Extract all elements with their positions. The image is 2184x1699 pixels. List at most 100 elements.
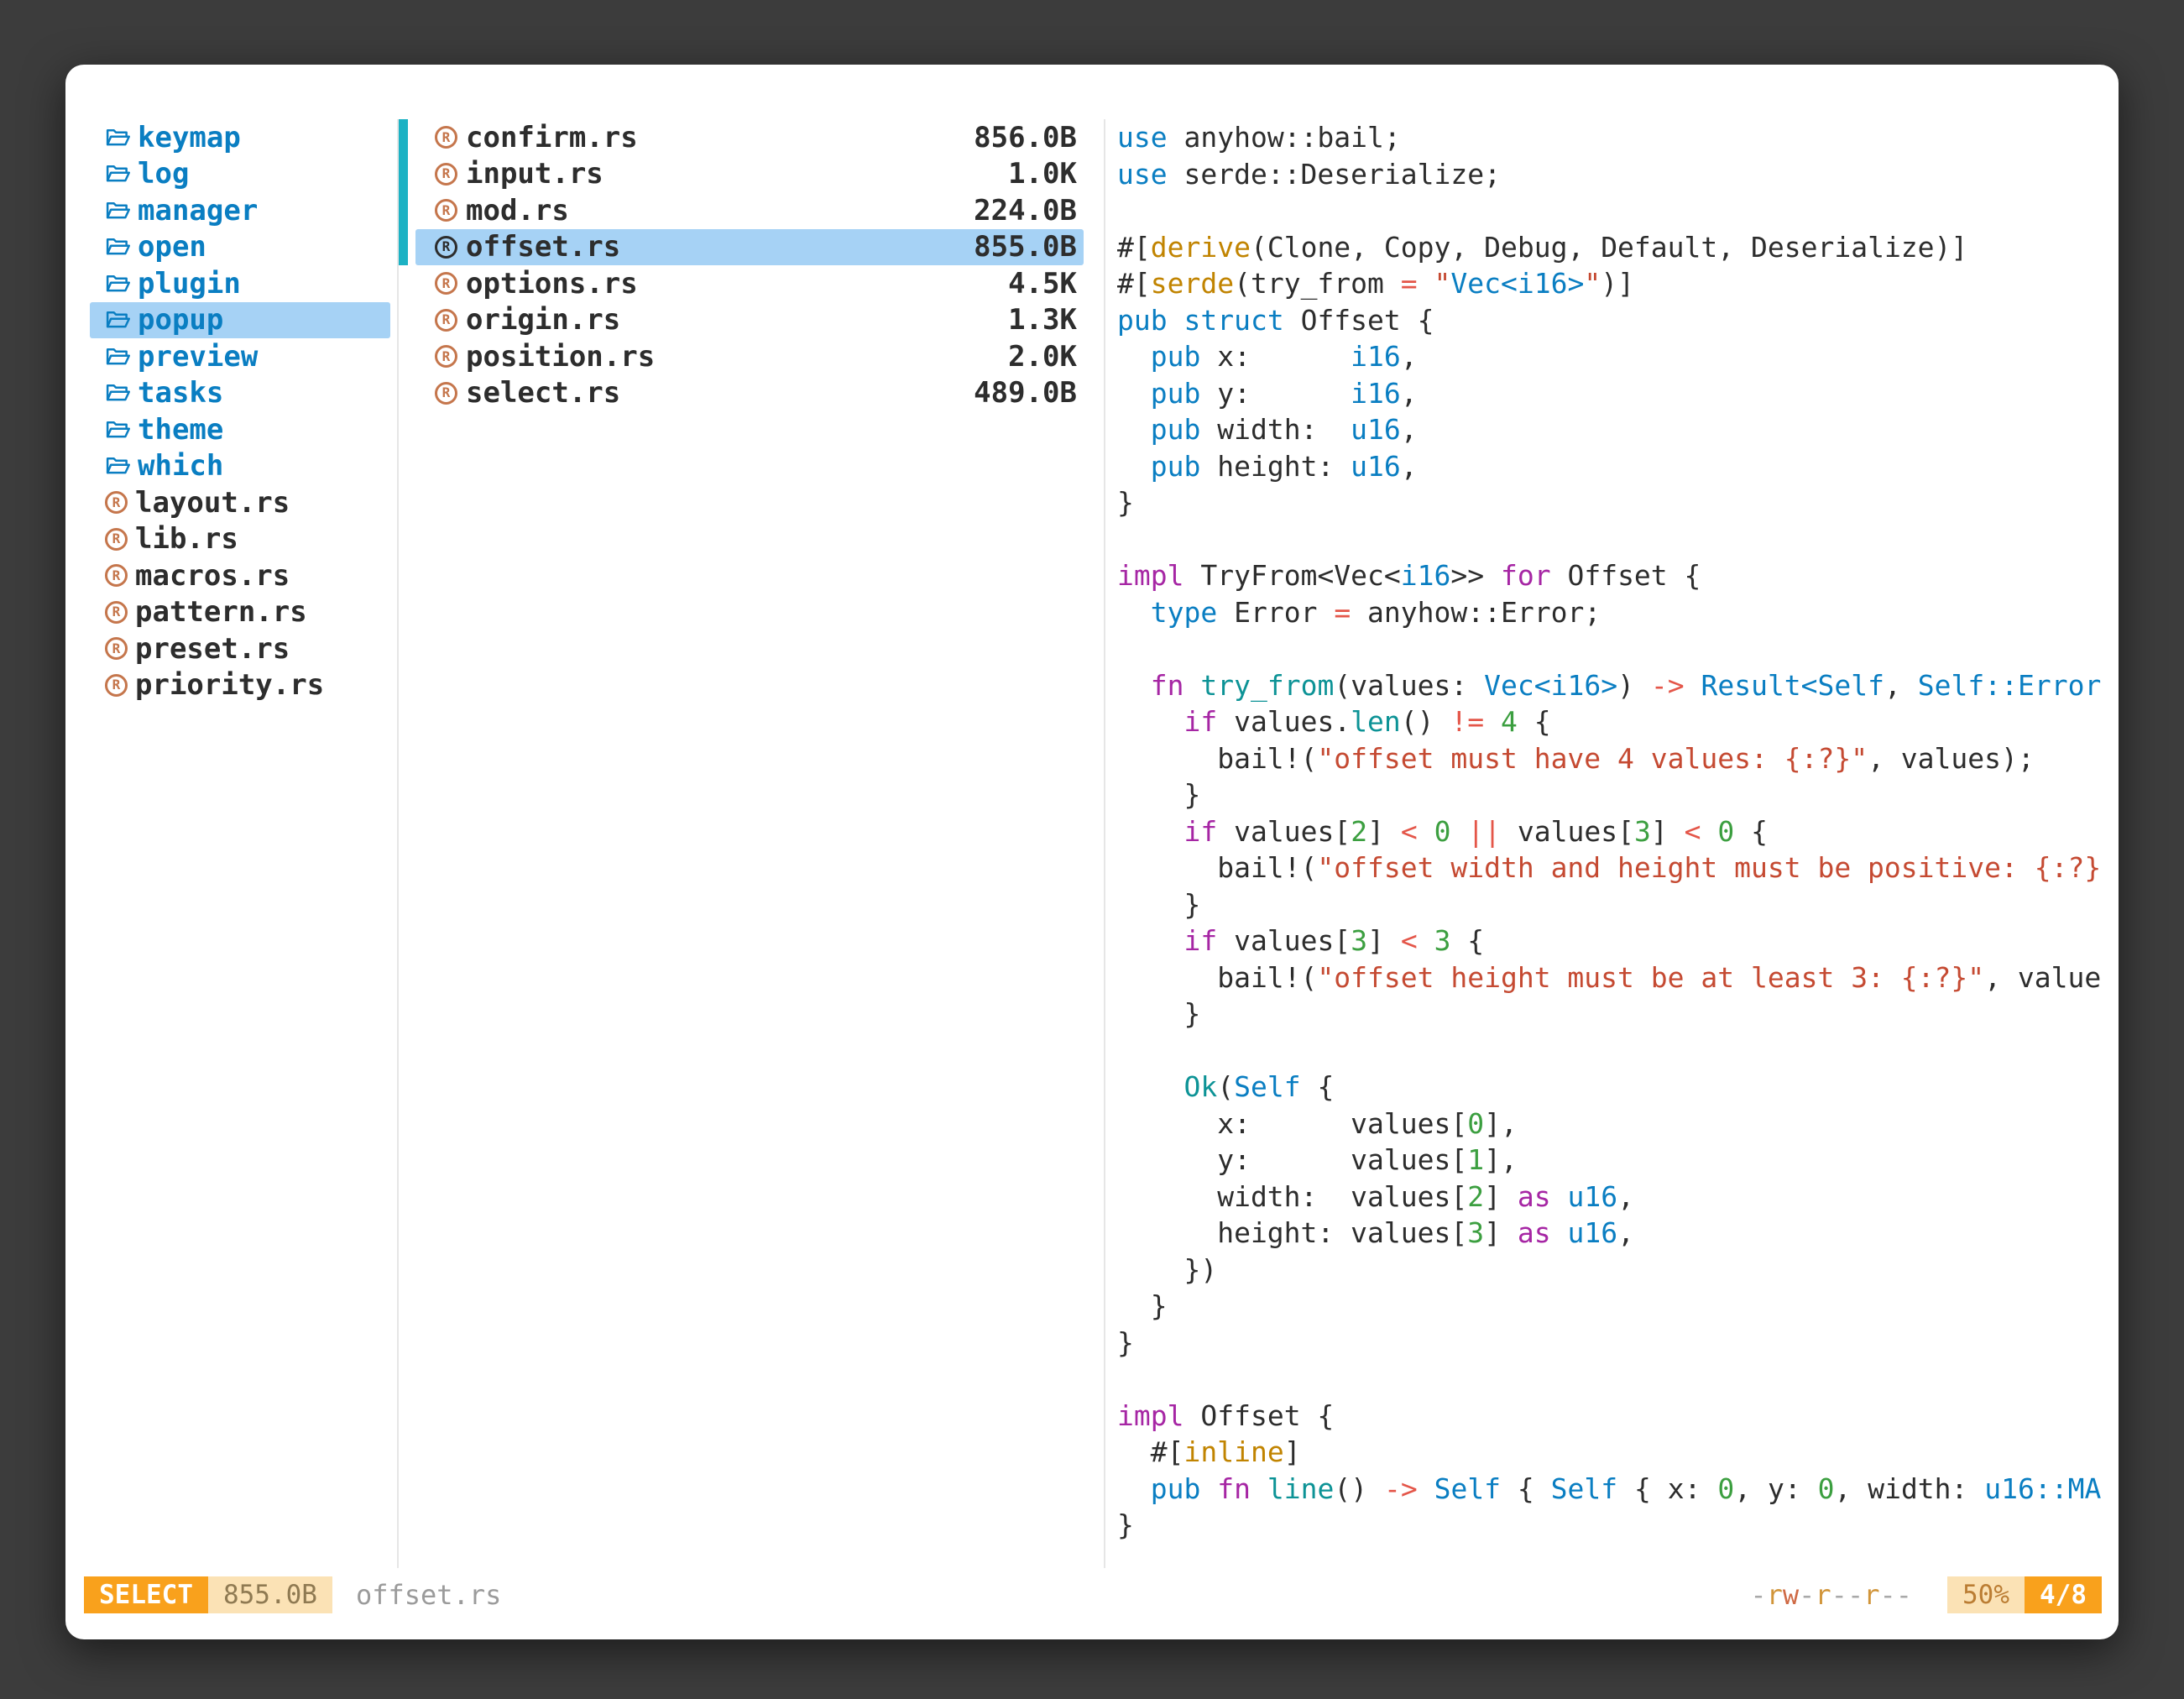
item-label: priority.rs bbox=[135, 668, 324, 702]
sidebar-item-keymap[interactable]: keymap bbox=[90, 119, 390, 156]
code-line: } bbox=[1117, 996, 2119, 1032]
file-size-badge: 855.0B bbox=[208, 1576, 332, 1613]
sidebar-item-manager[interactable]: manager bbox=[90, 192, 390, 229]
status-bar-left: SELECT 855.0B offset.rs bbox=[84, 1576, 501, 1613]
code-line: type Error = anyhow::Error; bbox=[1117, 594, 2119, 631]
file-name: mod.rs bbox=[466, 194, 965, 227]
code-line: bail!("offset width and height must be p… bbox=[1117, 850, 2119, 886]
sidebar-item-pattern-rs[interactable]: Rpattern.rs bbox=[90, 594, 390, 631]
folder-icon bbox=[105, 271, 130, 296]
code-line: } bbox=[1117, 776, 2119, 813]
rust-file-icon: R bbox=[435, 272, 457, 295]
item-label: layout.rs bbox=[135, 486, 290, 520]
sidebar-item-tasks[interactable]: tasks bbox=[90, 375, 390, 412]
folder-icon bbox=[105, 234, 130, 259]
folder-icon bbox=[105, 417, 130, 442]
code-line: impl TryFrom<Vec<i16>> for Offset { bbox=[1117, 557, 2119, 594]
rust-file-icon: R bbox=[435, 199, 457, 222]
sidebar-item-plugin[interactable]: plugin bbox=[90, 265, 390, 302]
sidebar-item-theme[interactable]: theme bbox=[90, 411, 390, 448]
item-label: popup bbox=[138, 303, 223, 337]
sidebar-item-popup[interactable]: popup bbox=[90, 302, 390, 339]
file-size: 2.0K bbox=[1008, 340, 1077, 374]
code-line: } bbox=[1117, 1325, 2119, 1362]
file-size: 224.0B bbox=[974, 194, 1077, 227]
sidebar-item-macros-rs[interactable]: Rmacros.rs bbox=[90, 557, 390, 594]
code-line bbox=[1117, 192, 2119, 229]
file-name: options.rs bbox=[466, 267, 1000, 301]
hovered-file-name: offset.rs bbox=[356, 1579, 501, 1611]
code-line: } bbox=[1117, 1507, 2119, 1544]
code-line: pub struct Offset { bbox=[1117, 302, 2119, 339]
code-line: y: values[1], bbox=[1117, 1142, 2119, 1179]
code-line: if values.len() != 4 { bbox=[1117, 703, 2119, 740]
item-label: theme bbox=[138, 413, 223, 447]
code-line bbox=[1117, 1032, 2119, 1069]
file-size: 489.0B bbox=[974, 376, 1077, 410]
code-line: bail!("offset must have 4 values: {:?}",… bbox=[1117, 740, 2119, 777]
code-line: }) bbox=[1117, 1252, 2119, 1289]
sidebar-item-layout-rs[interactable]: Rlayout.rs bbox=[90, 484, 390, 521]
status-bar: SELECT 855.0B offset.rs -rw-r--r-- 50% 4… bbox=[84, 1576, 2102, 1614]
item-label: open bbox=[138, 230, 206, 264]
code-line: if values[3] < 3 { bbox=[1117, 923, 2119, 959]
sidebar-item-log[interactable]: log bbox=[90, 156, 390, 193]
rust-file-icon: R bbox=[435, 309, 457, 332]
code-line: pub y: i16, bbox=[1117, 375, 2119, 412]
code-line: Ok(Self { bbox=[1117, 1069, 2119, 1106]
code-line: pub x: i16, bbox=[1117, 338, 2119, 375]
rust-file-icon: R bbox=[105, 491, 128, 514]
code-line: #[inline] bbox=[1117, 1434, 2119, 1471]
code-line: #[derive(Clone, Copy, Debug, Default, De… bbox=[1117, 229, 2119, 266]
code-line: if values[2] < 0 || values[3] < 0 { bbox=[1117, 813, 2119, 850]
code-line: height: values[3] as u16, bbox=[1117, 1215, 2119, 1252]
file-size: 4.5K bbox=[1008, 267, 1077, 301]
current-directory-pane: Rconfirm.rs856.0BRinput.rs1.0K Rmod.rs 224… bbox=[399, 119, 1104, 411]
file-name: origin.rs bbox=[466, 303, 1000, 337]
rust-file-icon: R bbox=[435, 236, 457, 259]
rust-file-icon: R bbox=[105, 528, 128, 551]
item-label: keymap bbox=[138, 121, 241, 154]
folder-icon bbox=[105, 161, 130, 186]
code-line: pub fn line() -> Self { Self { x: 0, y: … bbox=[1117, 1471, 2119, 1508]
code-line: } bbox=[1117, 484, 2119, 521]
folder-icon bbox=[105, 453, 130, 478]
item-label: preset.rs bbox=[135, 632, 290, 666]
folder-icon bbox=[105, 344, 130, 369]
item-label: manager bbox=[138, 194, 258, 227]
item-label: log bbox=[138, 157, 189, 191]
parent-directory-pane: keymaplogmanageropenpluginpopuppreviewta… bbox=[65, 119, 397, 703]
sidebar-item-open[interactable]: open bbox=[90, 229, 390, 266]
rust-file-icon: R bbox=[435, 345, 457, 368]
file-name: position.rs bbox=[466, 340, 1000, 374]
item-label: plugin bbox=[138, 267, 241, 301]
sidebar-item-lib-rs[interactable]: Rlib.rs bbox=[90, 521, 390, 558]
file-item-position-rs[interactable]: Rposition.rs2.0K bbox=[415, 338, 1084, 375]
folder-icon bbox=[105, 198, 130, 223]
status-bar-right: -rw-r--r-- 50% 4/8 bbox=[1750, 1576, 2102, 1613]
code-line: fn try_from(values: Vec<i16>) -> Result<… bbox=[1117, 667, 2119, 704]
file-name: select.rs bbox=[466, 376, 965, 410]
file-item-input-rs[interactable]: Rinput.rs1.0K bbox=[415, 156, 1084, 193]
file-item-confirm-rs[interactable]: Rconfirm.rs856.0B bbox=[415, 119, 1084, 156]
code-line bbox=[1117, 630, 2119, 667]
file-item-mod-rs[interactable]: Rmod.rs 224.0B bbox=[415, 192, 1084, 229]
file-item-select-rs[interactable]: Rselect.rs489.0B bbox=[415, 375, 1084, 412]
code-line bbox=[1117, 1361, 2119, 1398]
file-manager-window: keymaplogmanageropenpluginpopuppreviewta… bbox=[65, 65, 2119, 1639]
sidebar-item-priority-rs[interactable]: Rpriority.rs bbox=[90, 667, 390, 704]
file-preview-pane[interactable]: use anyhow::bail;use serde::Deserialize;… bbox=[1105, 119, 2119, 1564]
file-size: 856.0B bbox=[974, 121, 1077, 154]
file-item-options-rs[interactable]: Roptions.rs4.5K bbox=[415, 265, 1084, 302]
sidebar-item-preview[interactable]: preview bbox=[90, 338, 390, 375]
file-item-origin-rs[interactable]: Rorigin.rs1.3K bbox=[415, 302, 1084, 339]
sidebar-item-which[interactable]: which bbox=[90, 448, 390, 485]
folder-icon bbox=[105, 380, 130, 405]
code-line: bail!("offset height must be at least 3:… bbox=[1117, 959, 2119, 996]
rust-file-icon: R bbox=[105, 564, 128, 587]
code-line: use anyhow::bail; bbox=[1117, 119, 2119, 156]
code-line: width: values[2] as u16, bbox=[1117, 1179, 2119, 1215]
file-item-offset-rs[interactable]: Roffset.rs855.0B bbox=[415, 229, 1084, 266]
item-label: preview bbox=[138, 340, 258, 374]
sidebar-item-preset-rs[interactable]: Rpreset.rs bbox=[90, 630, 390, 667]
